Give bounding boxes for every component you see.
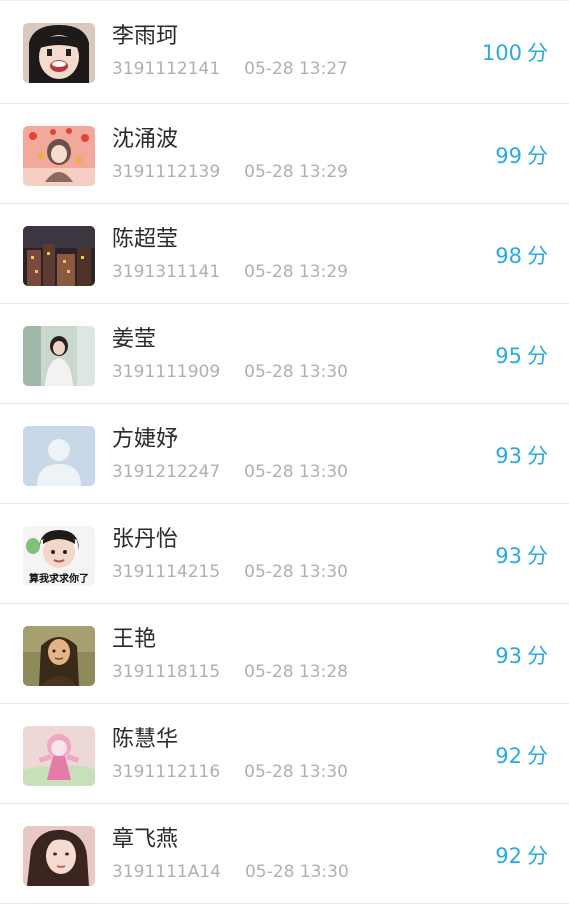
score: 93 分 [495, 642, 548, 670]
student-meta: 3191112116 05-28 13:30 [112, 761, 348, 783]
score-value: 93 [495, 444, 522, 468]
score-unit: 分 [527, 244, 548, 268]
student-id: 3191112139 [112, 162, 221, 182]
score-unit: 分 [527, 744, 548, 768]
list-item[interactable]: 方婕妤 3191212247 05-28 13:30 93 分 [0, 404, 569, 504]
submit-time: 05-28 13:29 [244, 262, 348, 282]
score-ranking-list: 李雨珂 3191112141 05-28 13:27 100 分 沈涌波 319… [0, 0, 569, 904]
score: 98 分 [495, 242, 548, 270]
list-item[interactable]: 沈涌波 3191112139 05-28 13:29 99 分 [0, 104, 569, 204]
list-item[interactable]: 章飞燕 3191111A14 05-28 13:30 92 分 [0, 804, 569, 904]
student-meta: 3191118115 05-28 13:28 [112, 661, 348, 683]
submit-time: 05-28 13:30 [244, 762, 348, 782]
submit-time: 05-28 13:30 [244, 862, 349, 882]
list-item[interactable]: 姜莹 3191111909 05-28 13:30 95 分 [0, 304, 569, 404]
student-meta: 3191111909 05-28 13:30 [112, 361, 348, 383]
student-name: 王艳 [112, 627, 157, 652]
list-item[interactable]: 算我求求你了 张丹怡 3191114215 05-28 13:30 93 分 [0, 504, 569, 604]
score-unit: 分 [527, 844, 548, 868]
score: 92 分 [495, 742, 548, 770]
score: 100 分 [482, 39, 548, 67]
girl-photo-avatar [23, 326, 95, 386]
submit-time: 05-28 13:28 [244, 662, 348, 682]
student-name: 沈涌波 [112, 127, 179, 152]
student-name: 章飞燕 [112, 827, 179, 852]
student-id: 3191311141 [112, 262, 221, 282]
student-id: 3191212247 [112, 462, 221, 482]
score-value: 93 [495, 644, 522, 668]
score-value: 92 [495, 844, 522, 868]
student-id: 3191111A14 [112, 862, 221, 882]
student-id: 3191112116 [112, 762, 221, 782]
submit-time: 05-28 13:30 [244, 562, 348, 582]
student-name: 姜莹 [112, 327, 157, 352]
cartoon-hearts-avatar [23, 126, 95, 186]
student-meta: 3191112139 05-28 13:29 [112, 161, 348, 183]
list-item[interactable]: 李雨珂 3191112141 05-28 13:27 100 分 [0, 1, 569, 104]
score-value: 95 [495, 344, 522, 368]
anime-girl-avatar [23, 23, 95, 83]
student-name: 张丹怡 [112, 527, 179, 552]
score: 93 分 [495, 542, 548, 570]
student-meta: 3191311141 05-28 13:29 [112, 261, 348, 283]
score: 95 分 [495, 342, 548, 370]
night-town-avatar [23, 226, 95, 286]
student-name: 李雨珂 [112, 24, 179, 49]
score-unit: 分 [527, 344, 548, 368]
list-item[interactable]: 陈慧华 3191112116 05-28 13:30 92 分 [0, 704, 569, 804]
default-user-avatar [23, 426, 95, 486]
score-value: 92 [495, 744, 522, 768]
student-meta: 3191114215 05-28 13:30 [112, 561, 348, 583]
score-unit: 分 [527, 444, 548, 468]
score-value: 98 [495, 244, 522, 268]
score-value: 100 [481, 41, 522, 65]
submit-time: 05-28 13:30 [244, 362, 348, 382]
score: 92 分 [495, 842, 548, 870]
submit-time: 05-28 13:30 [244, 462, 348, 482]
score-unit: 分 [527, 544, 548, 568]
score: 93 分 [495, 442, 548, 470]
student-meta: 3191212247 05-28 13:30 [112, 461, 348, 483]
list-item[interactable]: 陈超莹 3191311141 05-28 13:29 98 分 [0, 204, 569, 304]
mona-lisa-avatar [23, 626, 95, 686]
score-value: 99 [495, 144, 522, 168]
student-id: 3191114215 [112, 562, 221, 582]
pink-cartoon-avatar [23, 726, 95, 786]
student-id: 3191118115 [112, 662, 221, 682]
student-id: 3191111909 [112, 362, 221, 382]
score-value: 93 [495, 544, 522, 568]
student-meta: 3191112141 05-28 13:27 [112, 58, 348, 80]
score: 99 分 [495, 142, 548, 170]
student-meta: 3191111A14 05-28 13:30 [112, 861, 349, 883]
student-name: 陈超莹 [112, 227, 179, 252]
avatar-caption: 算我求求你了 [28, 572, 89, 585]
meme-boy-avatar: 算我求求你了 [23, 526, 95, 586]
student-name: 方婕妤 [112, 427, 179, 452]
list-item[interactable]: 王艳 3191118115 05-28 13:28 93 分 [0, 604, 569, 704]
score-unit: 分 [527, 144, 548, 168]
student-name: 陈慧华 [112, 727, 179, 752]
score-unit: 分 [527, 644, 548, 668]
submit-time: 05-28 13:27 [244, 59, 348, 79]
submit-time: 05-28 13:29 [244, 162, 348, 182]
score-unit: 分 [527, 41, 548, 65]
student-id: 3191112141 [112, 59, 221, 79]
woman-portrait-avatar [23, 826, 95, 886]
